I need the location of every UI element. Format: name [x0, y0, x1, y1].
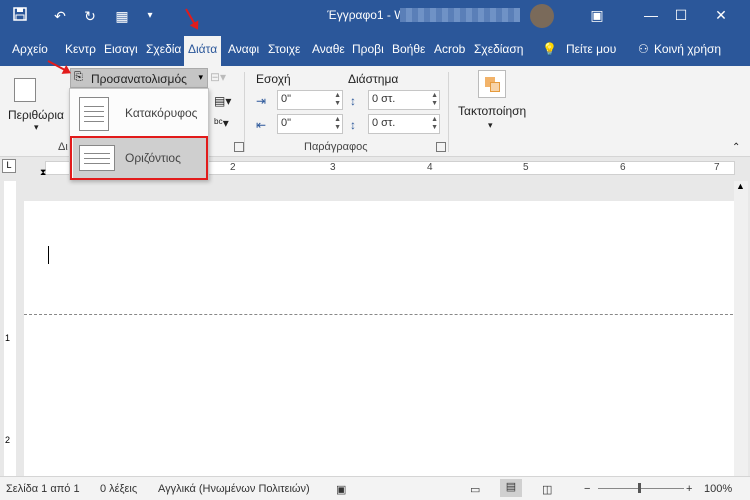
vruler-number: 2 — [5, 435, 11, 445]
close-button[interactable]: ✕ — [706, 4, 736, 26]
paragraph-group-label: Παράγραφος — [304, 141, 368, 153]
divider — [448, 72, 449, 152]
tab-design[interactable]: Σχεδία — [146, 42, 181, 56]
avatar[interactable] — [530, 4, 554, 28]
minimize-button[interactable]: — — [636, 4, 666, 26]
tab-mailings[interactable]: Στοιχε — [268, 42, 300, 56]
person-icon: ⚇ — [638, 42, 649, 56]
indent-right-value: 0" — [281, 117, 292, 129]
ruler-number: 7 — [714, 162, 720, 173]
page-setup-launcher-icon[interactable] — [234, 142, 244, 152]
print-layout-icon[interactable]: ▤ — [500, 479, 522, 497]
vruler-bar — [4, 181, 16, 476]
hyphenation-icon[interactable]: ᵇᶜ▾ — [214, 116, 229, 130]
tab-view[interactable]: Προβι — [352, 42, 384, 56]
lightbulb-icon: 💡 — [542, 42, 557, 56]
tab-file[interactable]: Αρχείο — [12, 42, 48, 56]
line-numbers-icon[interactable]: ▤▾ — [214, 94, 231, 108]
spinner-icon[interactable]: ▲ ▼ — [431, 116, 438, 132]
collapse-ribbon-icon[interactable]: ⌃ — [732, 142, 740, 153]
text-cursor — [48, 246, 49, 264]
scroll-up-icon[interactable]: ▲ — [736, 181, 745, 191]
chevron-down-icon: ▾ — [488, 120, 493, 130]
vertical-ruler: 1 2 — [0, 181, 22, 476]
spinner-icon[interactable]: ▲ ▼ — [334, 116, 341, 132]
document-page[interactable] — [24, 201, 748, 476]
vruler-number: 1 — [5, 333, 11, 343]
ruler-number: 3 — [330, 162, 336, 173]
margins-button[interactable]: Περιθώρια — [8, 108, 64, 122]
blurred-account-name — [400, 8, 520, 22]
spacing-after-input[interactable]: 0 στ. ▲ ▼ — [368, 114, 440, 134]
chevron-down-icon: ▾ — [198, 72, 203, 82]
tab-design-2[interactable]: Σχεδίαση — [474, 42, 523, 56]
vertical-scrollbar[interactable]: ▲ — [734, 181, 748, 476]
page-count[interactable]: Σελίδα 1 από 1 — [6, 483, 80, 495]
zoom-level[interactable]: 100% — [704, 483, 732, 495]
arrange-button[interactable]: Τακτοποίηση — [458, 104, 526, 118]
tab-acrobat[interactable]: Acrob — [434, 42, 465, 56]
title-bar: ↶ ↻ ▦ ▾ Έγγραφο1 - Word ▣ — ☐ ✕ — [0, 0, 750, 32]
web-layout-icon[interactable]: ◫ — [542, 483, 552, 496]
tab-help[interactable]: Βοήθε — [392, 42, 425, 56]
macro-icon[interactable]: ▣ — [336, 483, 346, 496]
orientation-button[interactable]: ⎘ Προσανατολισμός ▾ — [70, 68, 208, 88]
indent-left-input[interactable]: 0" ▲ ▼ — [277, 90, 343, 110]
orientation-portrait-item[interactable]: Κατακόρυφος — [73, 92, 207, 134]
spacing-before-input[interactable]: 0 στ. ▲ ▼ — [368, 90, 440, 110]
zoom-in-icon[interactable]: + — [686, 483, 692, 495]
ribbon-tabs: Αρχείο Κεντρ Εισαγι Σχεδία Διάτα Αναφι Σ… — [0, 32, 750, 66]
read-mode-icon[interactable]: ▭ — [470, 483, 480, 496]
tab-layout[interactable]: Διάτα — [184, 36, 222, 66]
chevron-down-icon: ▾ — [34, 122, 39, 132]
word-count[interactable]: 0 λέξεις — [100, 483, 137, 495]
indent-marker-icon[interactable]: ⧗ — [40, 167, 46, 178]
orientation-label: Προσανατολισμός — [91, 72, 187, 86]
highlight-box — [70, 136, 208, 180]
spacing-before-value: 0 στ. — [372, 93, 396, 105]
page-setup-group-label: Δι — [58, 141, 68, 153]
ruler-number: 4 — [427, 162, 433, 173]
indent-left-value: 0" — [281, 93, 292, 105]
indent-header: Εσοχή — [256, 72, 291, 86]
tab-references[interactable]: Αναφι — [228, 42, 259, 56]
share-button[interactable]: Κοινή χρήση — [654, 42, 721, 56]
spacing-before-icon: ↕ — [350, 94, 356, 108]
margins-icon — [14, 78, 36, 102]
orientation-icon: ⎘ — [74, 71, 83, 83]
spinner-icon[interactable]: ▲ ▼ — [334, 92, 341, 108]
spacing-after-icon: ↕ — [350, 118, 356, 132]
indent-right-icon: ⇤ — [256, 118, 267, 132]
tab-home[interactable]: Κεντρ — [65, 42, 96, 56]
ruler-number: 5 — [523, 162, 529, 173]
status-bar: Σελίδα 1 από 1 0 λέξεις Αγγλικά (Ηνωμένω… — [0, 476, 750, 500]
tab-insert[interactable]: Εισαγι — [104, 42, 138, 56]
indent-right-input[interactable]: 0" ▲ ▼ — [277, 114, 343, 134]
arrange-icon — [478, 70, 506, 98]
indent-left-icon: ⇥ — [256, 94, 267, 108]
ruler-number: 6 — [620, 162, 626, 173]
zoom-out-icon[interactable]: − — [584, 483, 590, 495]
tab-review[interactable]: Αναθε — [312, 42, 345, 56]
spacing-after-value: 0 στ. — [372, 117, 396, 129]
language-status[interactable]: Αγγλικά (Ηνωμένων Πολιτειών) — [158, 483, 310, 495]
header-boundary — [24, 314, 748, 315]
document-area: ▲ — [22, 181, 750, 476]
spacing-header: Διάστημα — [348, 72, 399, 86]
breaks-icon[interactable]: ⊟▾ — [210, 70, 226, 84]
tell-me-search[interactable]: Πείτε μου — [566, 42, 616, 56]
tab-selector-icon[interactable]: L — [2, 159, 16, 173]
ribbon-display-options-icon[interactable]: ▣ — [582, 4, 612, 26]
zoom-slider[interactable] — [598, 488, 684, 489]
spinner-icon[interactable]: ▲ ▼ — [431, 92, 438, 108]
zoom-slider-thumb[interactable] — [638, 483, 641, 493]
divider — [244, 72, 245, 152]
paragraph-launcher-icon[interactable] — [436, 142, 446, 152]
portrait-page-icon — [79, 97, 109, 131]
portrait-label: Κατακόρυφος — [125, 106, 198, 120]
maximize-button[interactable]: ☐ — [666, 4, 696, 26]
ruler-number: 2 — [230, 162, 236, 173]
